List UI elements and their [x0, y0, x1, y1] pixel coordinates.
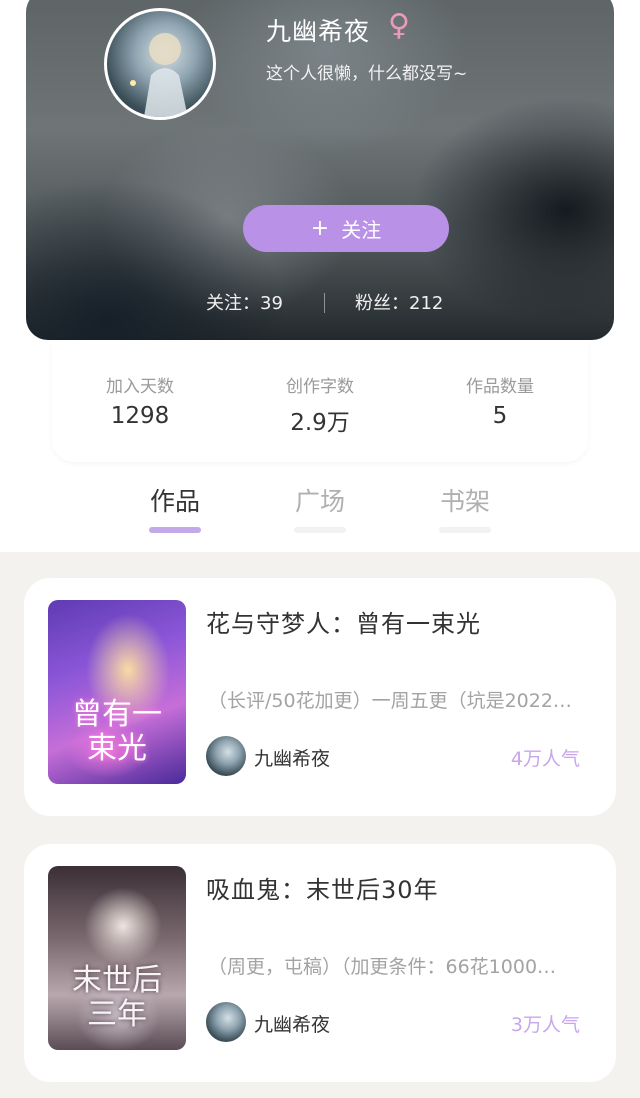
tab-bookshelf-indicator — [439, 527, 491, 533]
profile-avatar[interactable] — [104, 8, 216, 120]
author-name[interactable]: 九幽希夜 — [254, 1010, 330, 1037]
profile-bio: 这个人很懒，什么都没写~ — [266, 64, 468, 84]
work-description: （长评/50花加更）一周五更（坑是2022… — [208, 690, 572, 712]
profile-info-card: 加入天数 1298 创作字数 2.9万 作品数量 5 — [52, 340, 588, 462]
word-count-label: 创作字数 — [286, 377, 354, 397]
avatar-illustration — [130, 33, 188, 117]
work-title[interactable]: 花与守梦人：曾有一束光 — [206, 604, 481, 639]
female-icon: ♀ — [388, 8, 410, 43]
works-count-stat: 作品数量 5 — [420, 372, 580, 429]
tab-works-label: 作品 — [149, 487, 200, 516]
author-avatar[interactable] — [206, 736, 246, 776]
stats-divider — [324, 293, 325, 313]
plus-icon: + — [310, 216, 330, 241]
book-cover[interactable]: 末世后三年 — [48, 866, 186, 1050]
author-name[interactable]: 九幽希夜 — [254, 744, 330, 771]
work-description: （周更，屯稿）（加更条件：66花1000… — [208, 956, 557, 978]
follow-stats: 关注：39 粉丝：212 — [0, 289, 640, 317]
book-cover-title: 末世后三年 — [72, 963, 162, 1032]
word-count-value: 2.9万 — [290, 410, 350, 436]
book-cover[interactable]: 曾有一束光 — [48, 600, 186, 784]
join-days-label: 加入天数 — [106, 377, 174, 397]
fans-count[interactable]: 粉丝：212 — [355, 289, 443, 315]
popularity-count: 4万人气 — [510, 748, 580, 770]
work-card[interactable]: 曾有一束光 花与守梦人：曾有一束光 （长评/50花加更）一周五更（坑是2022…… — [24, 578, 616, 816]
profile-nickname: 九幽希夜 — [266, 17, 371, 46]
word-count-stat: 创作字数 2.9万 — [240, 372, 400, 437]
works-count-label: 作品数量 — [466, 377, 534, 397]
join-days-value: 1298 — [110, 403, 170, 429]
works-count-value: 5 — [492, 403, 508, 429]
tab-square-label: 广场 — [294, 487, 345, 516]
author-avatar[interactable] — [206, 1002, 246, 1042]
work-card[interactable]: 末世后三年 吸血鬼：末世后30年 （周更，屯稿）（加更条件：66花1000… 九… — [24, 844, 616, 1082]
tab-square[interactable]: 广场 — [280, 482, 360, 533]
tab-square-indicator — [294, 527, 346, 533]
follow-button-label: 关注 — [341, 218, 382, 242]
follow-button[interactable]: + 关注 — [243, 205, 449, 252]
work-title[interactable]: 吸血鬼：末世后30年 — [206, 870, 439, 905]
tab-works-indicator — [149, 527, 201, 533]
tab-bookshelf[interactable]: 书架 — [425, 482, 505, 533]
tab-bookshelf-label: 书架 — [439, 487, 490, 516]
join-days-stat: 加入天数 1298 — [60, 372, 220, 429]
book-cover-title: 曾有一束光 — [72, 697, 162, 766]
following-count[interactable]: 关注：39 — [206, 289, 283, 315]
tab-works[interactable]: 作品 — [135, 482, 215, 533]
popularity-count: 3万人气 — [510, 1014, 580, 1036]
